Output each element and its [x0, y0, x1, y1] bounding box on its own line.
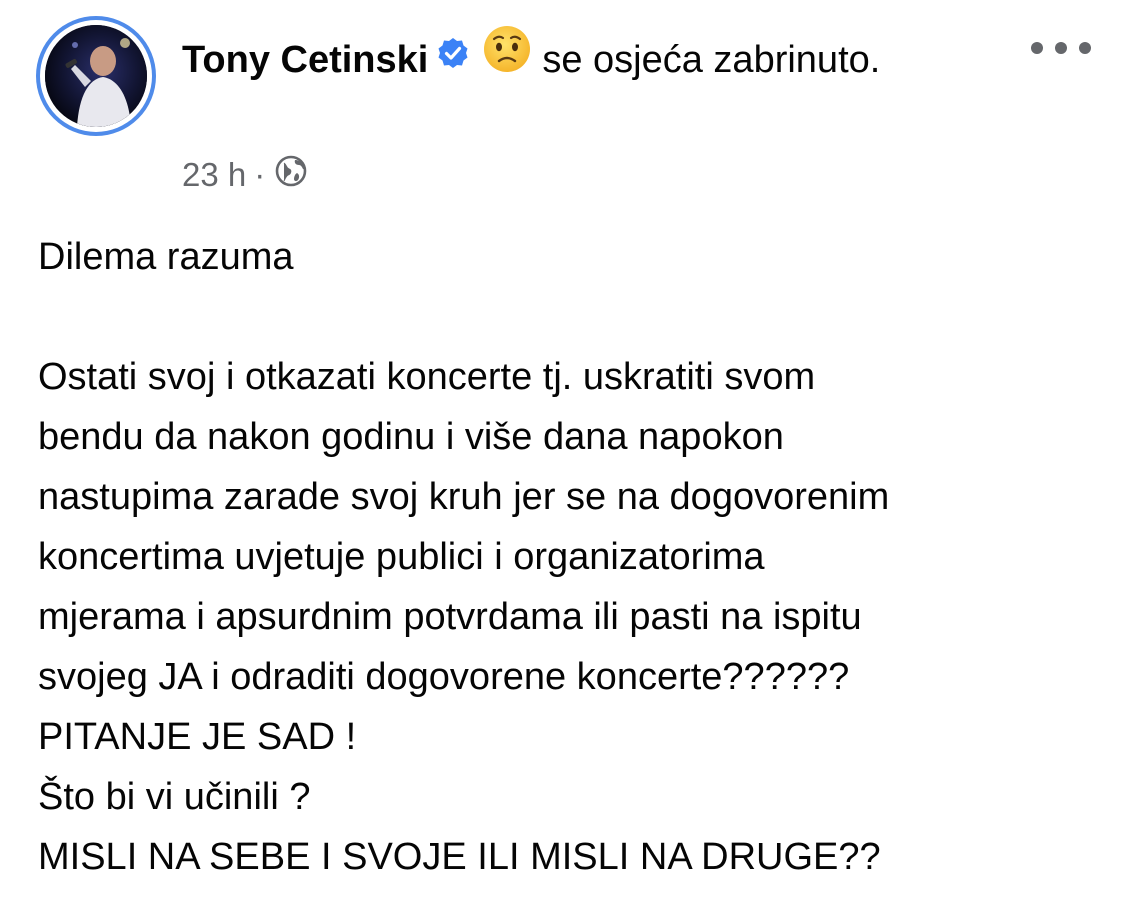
post-text-line: mjerama i apsurdnim potvrdama ili pasti … — [38, 596, 862, 638]
verified-badge-icon — [436, 28, 470, 88]
more-options-button[interactable] — [1031, 36, 1091, 60]
avatar[interactable] — [36, 16, 156, 136]
post-header-line: Tony Cetinski se osjeća zabrinuto. — [182, 25, 1002, 92]
post-title: Dilema razuma — [38, 236, 294, 278]
post-text-line: PITANJE JE SAD ! — [38, 716, 357, 758]
globe-icon[interactable] — [275, 155, 307, 195]
post-text-line: koncertima uvjetuje publici i organizato… — [38, 536, 765, 578]
avatar-image — [45, 25, 147, 127]
author-name[interactable]: Tony Cetinski — [182, 39, 428, 81]
post-card: Tony Cetinski se osjeća zabrinuto. 23 h … — [0, 0, 1125, 900]
meta-separator: · — [254, 156, 266, 193]
post-text-line: Ostati svoj i otkazati koncerte tj. uskr… — [38, 356, 816, 398]
worried-face-icon — [482, 24, 532, 92]
post-text-line: MISLI NA SEBE I SVOJE ILI MISLI NA DRUGE… — [38, 836, 881, 878]
more-dot-icon — [1055, 42, 1067, 54]
post-meta: 23 h · — [182, 155, 307, 195]
post-text-line: Što bi vi učinili ? — [38, 776, 311, 818]
more-dot-icon — [1031, 42, 1043, 54]
post-body: Dilema razuma Ostati svoj i otkazati kon… — [38, 227, 1098, 887]
post-timestamp[interactable]: 23 h — [182, 156, 246, 194]
more-dot-icon — [1079, 42, 1091, 54]
post-text: Ostati svoj i otkazati koncerte tj. uskr… — [38, 347, 1098, 887]
feeling-text: se osjeća zabrinuto. — [542, 39, 881, 81]
avatar-story-ring-gap — [40, 20, 152, 132]
post-text-line: svojeg JA i odraditi dogovorene koncerte… — [38, 656, 850, 698]
post-text-line: bendu da nakon godinu i više dana napoko… — [38, 416, 784, 458]
post-text-line: nastupima zarade svoj kruh jer se na dog… — [38, 476, 890, 518]
